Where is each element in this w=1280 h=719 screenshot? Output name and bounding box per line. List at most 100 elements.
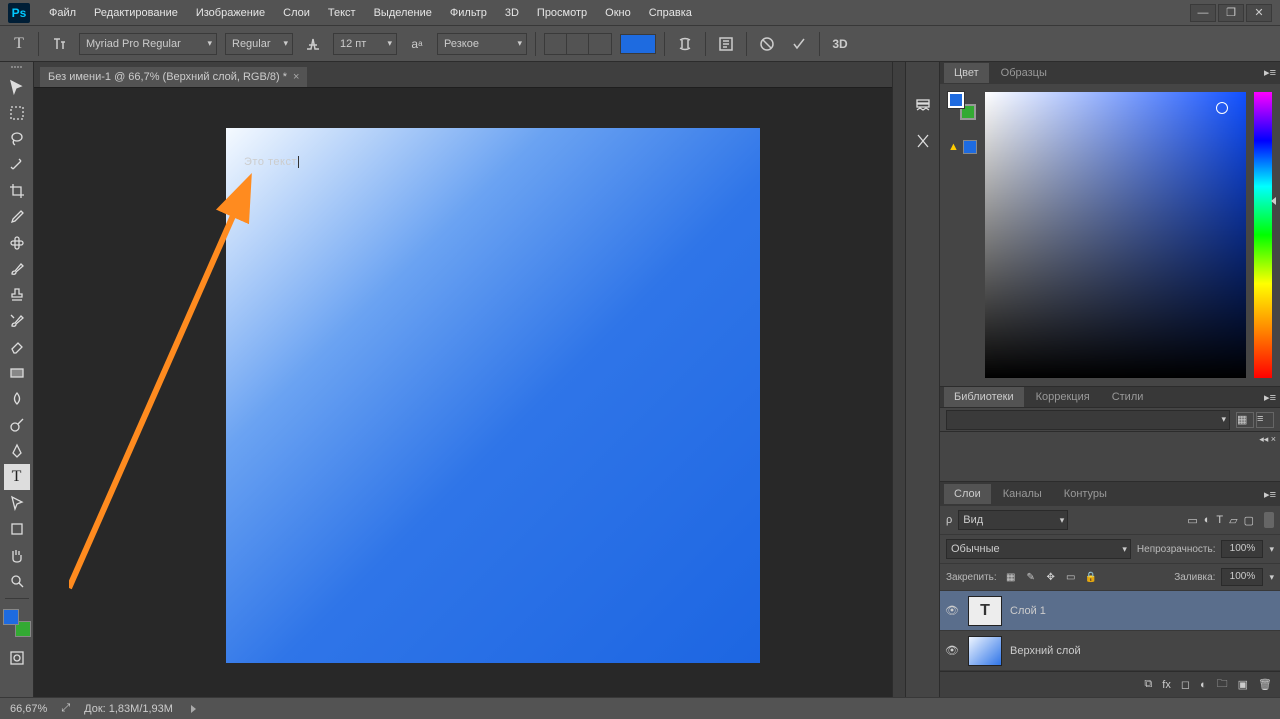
expose-icon[interactable]: ⤢: [61, 702, 70, 715]
tab-paths[interactable]: Контуры: [1054, 484, 1117, 504]
tab-channels[interactable]: Каналы: [993, 484, 1052, 504]
menu-filter[interactable]: Фильтр: [441, 0, 496, 25]
hand-tool-icon[interactable]: [4, 542, 30, 568]
delete-layer-icon[interactable]: 🗑: [1258, 678, 1272, 691]
filter-toggle[interactable]: [1264, 512, 1274, 528]
shape-tool-icon[interactable]: [4, 516, 30, 542]
dodge-tool-icon[interactable]: [4, 412, 30, 438]
warp-text-icon[interactable]: [673, 32, 697, 56]
filter-image-icon[interactable]: ▭: [1187, 514, 1197, 527]
close-icon[interactable]: ✕: [1246, 4, 1272, 22]
lasso-tool-icon[interactable]: [4, 126, 30, 152]
lock-nest-icon[interactable]: ▭: [1063, 569, 1079, 585]
maximize-icon[interactable]: ❐: [1218, 4, 1244, 22]
library-dropdown[interactable]: [946, 410, 1230, 430]
menu-file[interactable]: Файл: [40, 0, 85, 25]
text-orientation-icon[interactable]: [47, 32, 71, 56]
font-style-dropdown[interactable]: Regular: [225, 33, 293, 55]
tab-close-icon[interactable]: ×: [293, 71, 299, 83]
group-icon[interactable]: 🗀: [1217, 675, 1228, 694]
layer-name[interactable]: Слой 1: [1010, 605, 1046, 617]
text-color-swatch[interactable]: [620, 34, 656, 54]
adjustment-layer-icon[interactable]: ◐: [1200, 679, 1207, 691]
canvas-text-layer[interactable]: Это текст: [244, 140, 299, 172]
menu-view[interactable]: Просмотр: [528, 0, 596, 25]
status-menu-icon[interactable]: [191, 705, 196, 713]
visibility-icon[interactable]: 👁: [944, 644, 960, 657]
tab-swatches[interactable]: Образцы: [991, 63, 1057, 83]
document-tab[interactable]: Без имени-1 @ 66,7% (Верхний слой, RGB/8…: [40, 67, 307, 87]
layer-fx-icon[interactable]: fx: [1162, 679, 1171, 691]
antialias-dropdown[interactable]: Резкое: [437, 33, 527, 55]
minimize-icon[interactable]: —: [1190, 4, 1216, 22]
menu-help[interactable]: Справка: [640, 0, 701, 25]
tab-libraries[interactable]: Библиотеки: [944, 387, 1024, 407]
stamp-tool-icon[interactable]: [4, 282, 30, 308]
zoom-tool-icon[interactable]: [4, 568, 30, 594]
canvas[interactable]: [226, 128, 760, 663]
lock-all-icon[interactable]: 🔒: [1083, 569, 1099, 585]
lock-pixels-icon[interactable]: ▦: [1003, 569, 1019, 585]
eraser-tool-icon[interactable]: [4, 334, 30, 360]
lock-paint-icon[interactable]: ✎: [1023, 569, 1039, 585]
heal-tool-icon[interactable]: [4, 230, 30, 256]
new-layer-icon[interactable]: ▣: [1238, 678, 1248, 691]
color-swatches[interactable]: [3, 609, 31, 637]
zoom-level[interactable]: 66,67%: [10, 703, 47, 715]
pen-tool-icon[interactable]: [4, 438, 30, 464]
char-panel-icon[interactable]: [714, 32, 738, 56]
blend-mode-dropdown[interactable]: Обычные: [946, 539, 1131, 559]
menu-window[interactable]: Окно: [596, 0, 640, 25]
brush-tool-icon[interactable]: [4, 256, 30, 282]
warning-color-swatch[interactable]: [963, 140, 977, 154]
tab-color[interactable]: Цвет: [944, 63, 989, 83]
visibility-icon[interactable]: 👁: [944, 604, 960, 617]
menu-3d[interactable]: 3D: [496, 0, 528, 25]
3d-icon[interactable]: 3D: [828, 32, 852, 56]
align-center-icon[interactable]: [567, 34, 589, 54]
crop-tool-icon[interactable]: [4, 178, 30, 204]
link-layers-icon[interactable]: ⧉: [1144, 678, 1152, 691]
history-brush-tool-icon[interactable]: [4, 308, 30, 334]
align-right-icon[interactable]: [589, 34, 611, 54]
type-tool-icon[interactable]: T: [4, 464, 30, 490]
opacity-input[interactable]: 100%: [1221, 540, 1263, 558]
path-select-tool-icon[interactable]: [4, 490, 30, 516]
panel-collapse-strip[interactable]: [892, 62, 906, 697]
blur-tool-icon[interactable]: [4, 386, 30, 412]
font-family-dropdown[interactable]: Myriad Pro Regular: [79, 33, 217, 55]
list-view-icon[interactable]: ≡: [1256, 412, 1274, 428]
tab-styles[interactable]: Стили: [1102, 387, 1154, 407]
color-panel-swatches[interactable]: [948, 92, 976, 120]
layer-item[interactable]: 👁 Верхний слой: [940, 631, 1280, 671]
menu-text[interactable]: Текст: [319, 0, 365, 25]
tab-adjustments[interactable]: Коррекция: [1026, 387, 1100, 407]
properties-panel-icon[interactable]: [910, 128, 936, 154]
filter-smart-icon[interactable]: ▢: [1244, 514, 1254, 527]
menu-layers[interactable]: Слои: [274, 0, 319, 25]
panel-menu-icon[interactable]: ▸≡: [1264, 391, 1276, 404]
filter-adjust-icon[interactable]: ◐: [1204, 514, 1211, 526]
filter-type-icon[interactable]: T: [1216, 514, 1223, 526]
history-panel-icon[interactable]: [910, 92, 936, 118]
cancel-icon[interactable]: [755, 32, 779, 56]
color-field[interactable]: [985, 92, 1246, 378]
align-left-icon[interactable]: [545, 34, 567, 54]
menu-image[interactable]: Изображение: [187, 0, 274, 25]
filter-shape-icon[interactable]: ▱: [1229, 514, 1237, 527]
lock-position-icon[interactable]: ✥: [1043, 569, 1059, 585]
panel-menu-icon[interactable]: ▸≡: [1264, 66, 1276, 79]
menu-select[interactable]: Выделение: [365, 0, 441, 25]
gradient-tool-icon[interactable]: [4, 360, 30, 386]
tab-layers[interactable]: Слои: [944, 484, 991, 504]
menu-edit[interactable]: Редактирование: [85, 0, 187, 25]
wand-tool-icon[interactable]: [4, 152, 30, 178]
layer-item[interactable]: 👁 T Слой 1: [940, 591, 1280, 631]
fill-input[interactable]: 100%: [1221, 568, 1263, 586]
panel-menu-icon[interactable]: ▸≡: [1264, 488, 1276, 501]
grid-view-icon[interactable]: ▦: [1236, 412, 1254, 428]
quickmask-icon[interactable]: [4, 645, 30, 671]
layer-name[interactable]: Верхний слой: [1010, 645, 1081, 657]
move-tool-icon[interactable]: [4, 74, 30, 100]
layer-mask-icon[interactable]: ◻: [1181, 678, 1190, 691]
